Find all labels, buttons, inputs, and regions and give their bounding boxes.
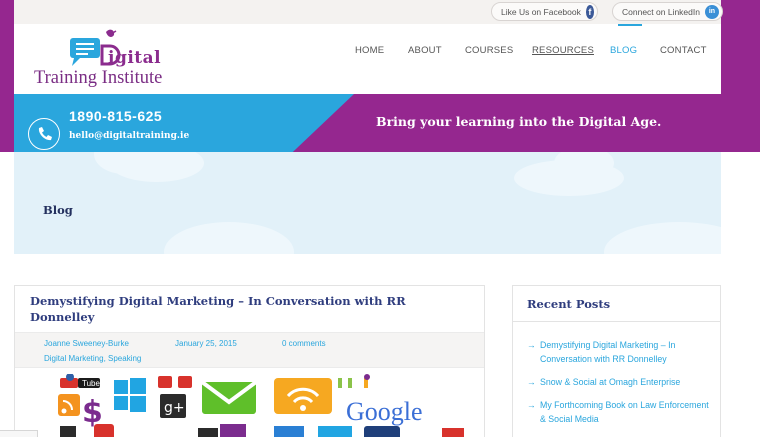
recent-post-label: My Forthcoming Book on Law Enforcement &… — [540, 400, 709, 424]
image-text-gplus: g+ — [164, 400, 185, 416]
cloud-decoration — [164, 222, 294, 254]
sidebar-divider — [513, 321, 720, 322]
facebook-icon: f — [585, 4, 594, 19]
recent-posts-widget: Recent Posts → Demystifying Digital Mark… — [512, 285, 721, 437]
post-categories[interactable]: Digital Marketing, Speaking — [44, 354, 141, 363]
arrow-right-icon: → — [527, 340, 536, 350]
image-text-tube: Tube — [82, 379, 100, 388]
facebook-link[interactable]: Like Us on Facebook f — [491, 2, 598, 21]
email-link[interactable]: hello@digitaltraining.ie — [69, 131, 189, 141]
phone-icon — [28, 118, 60, 150]
page-hero: Blog — [14, 152, 721, 254]
linkedin-icon: in — [704, 4, 719, 19]
scroll-corner — [0, 430, 38, 437]
cloud-decoration — [604, 222, 721, 254]
linkedin-link-label: Connect on LinkedIn — [622, 6, 700, 17]
recent-post-item[interactable]: → My Forthcoming Book on Law Enforcement… — [527, 398, 712, 426]
contact-band: 1890-815-625 hello@digitaltraining.ie Br… — [14, 94, 721, 152]
arrow-right-icon: → — [527, 400, 536, 410]
phone-number[interactable]: 1890-815-625 — [69, 108, 162, 124]
sidebar-title: Recent Posts — [527, 297, 611, 311]
post-featured-image[interactable]: Tube $ g+ Google — [30, 374, 470, 437]
post-date[interactable]: January 25, 2015 — [175, 339, 237, 348]
post-author[interactable]: Joanne Sweeney-Burke — [44, 339, 129, 348]
arrow-right-icon: → — [527, 377, 536, 387]
recent-post-label: Demystifying Digital Marketing – In Conv… — [540, 340, 676, 364]
recent-posts-list: → Demystifying Digital Marketing – In Co… — [527, 338, 712, 435]
site-header: igital Training Institute HOME ABOUT COU… — [14, 24, 721, 94]
nav-active-indicator — [618, 24, 642, 26]
blog-post: Demystifying Digital Marketing – In Conv… — [14, 285, 485, 437]
post-comments[interactable]: 0 comments — [282, 339, 326, 348]
page-title: Blog — [43, 203, 73, 217]
nav-item-blog[interactable]: BLOG — [610, 45, 637, 56]
contact-band-blue-panel — [14, 94, 354, 152]
main-nav: HOME ABOUT COURSES RESOURCES BLOG CONTAC… — [14, 24, 721, 94]
image-text-google: Google — [346, 397, 423, 426]
top-bar: Like Us on Facebook f Connect on LinkedI… — [14, 0, 723, 24]
nav-item-about[interactable]: ABOUT — [408, 45, 442, 56]
recent-post-item[interactable]: → Snow & Social at Omagh Enterprise — [527, 375, 712, 389]
recent-post-label: Snow & Social at Omagh Enterprise — [540, 377, 681, 387]
nav-item-courses[interactable]: COURSES — [465, 45, 513, 56]
nav-item-home[interactable]: HOME — [355, 45, 384, 56]
post-title-link[interactable]: Demystifying Digital Marketing – In Conv… — [30, 293, 470, 325]
nav-item-contact[interactable]: CONTACT — [660, 45, 707, 56]
recent-post-item[interactable]: → Demystifying Digital Marketing – In Co… — [527, 338, 712, 366]
linkedin-link[interactable]: Connect on LinkedIn in — [612, 2, 723, 21]
facebook-link-label: Like Us on Facebook — [501, 6, 581, 17]
tagline: Bring your learning into the Digital Age… — [376, 114, 662, 129]
nav-item-resources[interactable]: RESOURCES — [532, 45, 594, 56]
post-meta: Joanne Sweeney-Burke January 25, 2015 0 … — [15, 332, 484, 368]
